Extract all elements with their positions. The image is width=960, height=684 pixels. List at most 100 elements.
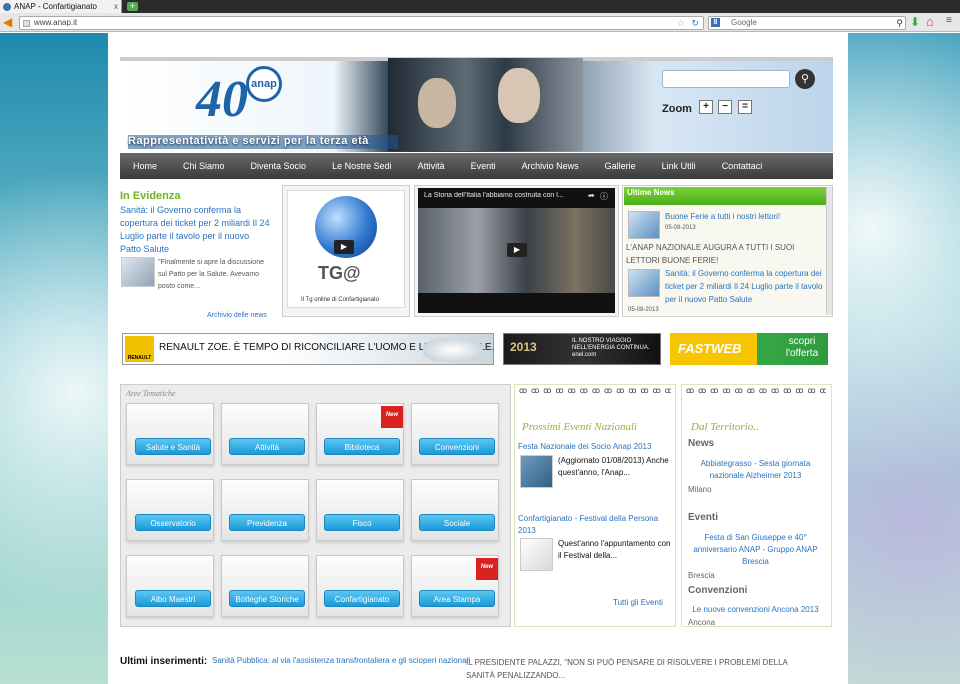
area-button-salute[interactable]: Salute e Sanità bbox=[135, 438, 211, 455]
home-icon[interactable]: ⌂ bbox=[926, 14, 934, 29]
area-button-confartigianato[interactable]: Confartigianato bbox=[324, 590, 400, 607]
area-button-albo-maestri[interactable]: Albo Maestri bbox=[135, 590, 211, 607]
nav-eventi[interactable]: Eventi bbox=[458, 161, 509, 171]
area-button-biblioteca[interactable]: Biblioteca bbox=[324, 438, 400, 455]
site-search-button[interactable]: ⚲ bbox=[795, 69, 815, 89]
site-search-input[interactable] bbox=[662, 70, 790, 88]
news-item-date: 05-08-2013 bbox=[628, 307, 659, 313]
tg-subtitle: Il Tg online di Confartigianato bbox=[301, 297, 379, 303]
ultimi-inserimenti-link[interactable]: Sanità Pubblica: al via l'assistenza tra… bbox=[212, 656, 470, 665]
news-item-title[interactable]: Buone Ferie a tutti i nostri lettori! bbox=[665, 210, 823, 223]
territorio-link[interactable]: Festa di San Giuseppe e 40° anniversario… bbox=[688, 532, 823, 568]
archive-news-link[interactable]: Archivio delle news bbox=[207, 312, 267, 319]
news-thumbnail[interactable] bbox=[628, 269, 660, 297]
zoom-label: Zoom bbox=[662, 103, 692, 115]
territorio-section-title: Eventi bbox=[688, 512, 719, 523]
menu-icon[interactable]: ≡ bbox=[946, 15, 952, 26]
url-bar[interactable]: www.anap.it ☆ ↻ bbox=[19, 16, 704, 30]
event-title[interactable]: Festa Nazionale dei Socio Anap 2013 bbox=[518, 441, 673, 453]
download-icon[interactable]: ⬇ bbox=[910, 15, 920, 29]
search-engine-icon[interactable]: 8 bbox=[711, 18, 720, 27]
news-item-date: 05-08-2013 bbox=[665, 225, 696, 231]
area-button-botteghe[interactable]: Botteghe Storiche bbox=[229, 590, 305, 607]
ultimi-inserimenti-label: Ultimi inserimenti: bbox=[120, 656, 208, 667]
territorio-link[interactable]: Le nuove convenzioni Ancona 2013 bbox=[688, 604, 823, 616]
territorio-section-title: News bbox=[688, 438, 715, 449]
enel-year: 2013 bbox=[510, 340, 537, 354]
nav-archivio-news[interactable]: Archivio News bbox=[509, 161, 592, 171]
area-button-convenzioni[interactable]: Convenzioni bbox=[419, 438, 495, 455]
territorio-location: Brescia bbox=[688, 571, 715, 580]
browser-search-field[interactable]: 8 Google ⚲ bbox=[708, 16, 906, 30]
close-tab-icon[interactable]: x bbox=[114, 2, 118, 11]
tutti-eventi-link[interactable]: Tutti gli Eventi bbox=[613, 598, 663, 607]
nav-le-nostre-sedi[interactable]: Le Nostre Sedi bbox=[319, 161, 405, 171]
notebook-rings: ꝏꝏꝏꝏꝏꝏꝏꝏꝏꝏꝏꝏꝏ bbox=[686, 386, 826, 395]
browser-search-placeholder: Google bbox=[731, 18, 757, 27]
nav-gallerie[interactable]: Gallerie bbox=[592, 161, 649, 171]
news-thumbnail[interactable] bbox=[628, 211, 660, 239]
zoom-in-button[interactable]: + bbox=[699, 100, 713, 114]
area-button-previdenza[interactable]: Previdenza bbox=[229, 514, 305, 531]
nav-link-utili[interactable]: Link Utili bbox=[649, 161, 709, 171]
site-identity-icon[interactable] bbox=[23, 20, 30, 27]
news-scrollbar[interactable] bbox=[826, 187, 832, 315]
video-title[interactable]: La Storia dell'Italia l'abbiamo costruit… bbox=[424, 192, 584, 199]
browser-tab[interactable]: ANAP - Confartigianato x bbox=[0, 0, 122, 13]
aree-tematiche-title: Aree Tematiche bbox=[126, 389, 176, 398]
evidenza-excerpt: "Finalmente si apre la discussione sul P… bbox=[158, 259, 264, 290]
fastweb-banner[interactable]: FASTWEB scopri l'offerta bbox=[670, 333, 828, 365]
tg-title: TG@ bbox=[318, 263, 361, 283]
area-button-osservatorio[interactable]: Osservatorio bbox=[135, 514, 211, 531]
area-button-fisco[interactable]: Fisco bbox=[324, 514, 400, 531]
event-thumbnail[interactable] bbox=[520, 538, 553, 571]
territorio-section-title: Convenzioni bbox=[688, 585, 748, 596]
evidenza-title: In Evidenza bbox=[120, 190, 181, 202]
news-item-text: L'ANAP NAZIONALE AUGURA A TUTTI I SUOI L… bbox=[626, 243, 795, 265]
share-icon[interactable]: ➦ bbox=[588, 191, 595, 200]
nav-diventa-socio[interactable]: Diventa Socio bbox=[238, 161, 320, 171]
site-tagline: Rappresentatività e servizi per la terza… bbox=[128, 135, 398, 149]
info-icon[interactable]: ⓘ bbox=[600, 191, 608, 202]
tab-title: ANAP - Confartigianato bbox=[14, 2, 98, 11]
territorio-location: Milano bbox=[688, 485, 712, 494]
news-item-title[interactable]: Sanità: il Governo conferma la copertura… bbox=[665, 267, 823, 306]
fastweb-cta: scopri l'offerta bbox=[785, 336, 819, 359]
nav-attivita[interactable]: Attività bbox=[405, 161, 458, 171]
enel-banner[interactable]: 2013 IL NOSTRO VIAGGIO NELL'ENERGIA CONT… bbox=[503, 333, 661, 365]
event-thumbnail[interactable] bbox=[520, 455, 553, 488]
video-play-icon[interactable]: ▶ bbox=[507, 243, 527, 257]
zoom-reset-button[interactable]: = bbox=[738, 100, 752, 114]
tg-play-icon[interactable]: ▶ bbox=[334, 240, 354, 254]
nav-chi-siamo[interactable]: Chi Siamo bbox=[170, 161, 238, 171]
evidenza-thumbnail[interactable] bbox=[121, 257, 155, 287]
header-photo bbox=[388, 58, 583, 151]
area-button-area-stampa[interactable]: Area Stampa bbox=[419, 590, 495, 607]
fastweb-logo: FASTWEB bbox=[678, 341, 742, 356]
back-arrow-icon[interactable]: ◀ bbox=[3, 16, 16, 29]
nav-home[interactable]: Home bbox=[120, 161, 170, 171]
url-text: www.anap.it bbox=[34, 18, 78, 27]
evidenza-headline[interactable]: Sanità: il Governo conferma la copertura… bbox=[120, 204, 270, 256]
zoom-out-button[interactable]: − bbox=[718, 100, 732, 114]
event-text: Quest'anno l'appuntamento con il Festiva… bbox=[558, 539, 671, 560]
right-decoration bbox=[848, 33, 960, 684]
territorio-link[interactable]: Abbiategrasso - Sesta giornata nazionale… bbox=[688, 458, 823, 482]
reload-icon[interactable]: ↻ bbox=[691, 17, 699, 29]
search-icon[interactable]: ⚲ bbox=[896, 17, 903, 29]
event-title[interactable]: Confartigianato - Festival della Persona… bbox=[518, 513, 673, 537]
event-text: (Aggiornato 01/08/2013) Anche quest'anno… bbox=[558, 456, 669, 477]
renault-banner[interactable]: RENAULT RENAULT ZOE. È TEMPO DI RICONCIL… bbox=[122, 333, 494, 365]
territorio-location: Ancona bbox=[688, 618, 716, 627]
area-button-attivita[interactable]: Attività bbox=[229, 438, 305, 455]
nav-contattaci[interactable]: Contattaci bbox=[709, 161, 776, 171]
logo-anap[interactable]: anap bbox=[246, 66, 282, 102]
left-decoration bbox=[0, 33, 108, 684]
eventi-nazionali-heading: Prossimi Eventi Nazionali bbox=[522, 421, 638, 433]
new-tab-button[interactable]: + bbox=[127, 2, 138, 11]
tab-bar bbox=[0, 0, 960, 13]
favicon-icon bbox=[3, 2, 11, 11]
bookmark-star-icon[interactable]: ☆ bbox=[677, 17, 685, 29]
area-button-sociale[interactable]: Sociale bbox=[419, 514, 495, 531]
new-badge: New bbox=[476, 558, 498, 580]
